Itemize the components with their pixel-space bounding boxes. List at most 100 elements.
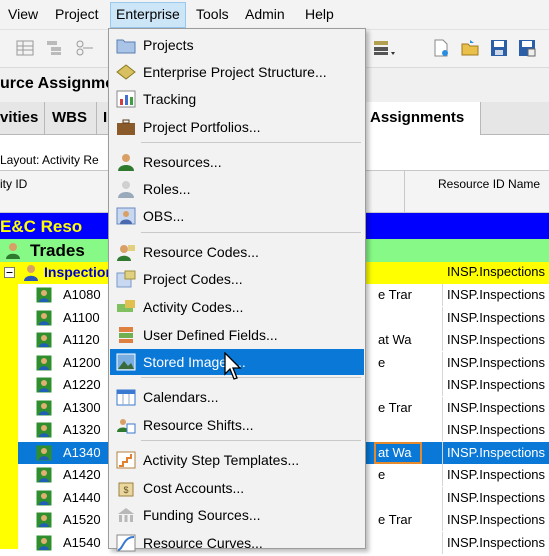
resource-id-cell[interactable]: INSP.Inspections xyxy=(447,377,545,392)
menu-item-project-codes[interactable]: Project Codes... xyxy=(110,266,364,292)
chart-icon xyxy=(116,90,136,108)
activity-name-cell[interactable]: e xyxy=(378,467,385,482)
menu-item-label: Calendars... xyxy=(143,389,219,405)
activity-id-cell[interactable]: A1120 xyxy=(63,332,100,347)
resource-id-cell[interactable]: INSP.Inspections xyxy=(447,535,545,550)
column-header-resource-id-name[interactable]: Resource ID Name xyxy=(438,177,540,191)
resource-id-cell[interactable]: INSP.Inspections xyxy=(447,355,545,370)
assignment-icon xyxy=(36,287,52,303)
menu-item-activity-codes[interactable]: Activity Codes... xyxy=(110,294,364,320)
collapse-icon[interactable] xyxy=(4,267,15,278)
column-divider xyxy=(442,374,443,396)
activity-id-cell[interactable]: A1220 xyxy=(63,377,101,392)
column-header-activity-id[interactable]: ity ID xyxy=(0,177,27,191)
menu-enterprise[interactable]: Enterprise xyxy=(110,2,186,28)
table-icon[interactable] xyxy=(16,39,34,57)
tab-assignments[interactable]: Assignments xyxy=(364,102,481,135)
column-divider xyxy=(442,419,443,441)
menu-item-resource-curves[interactable]: Resource Curves... xyxy=(110,530,364,556)
activity-name-cell[interactable]: e xyxy=(378,355,385,370)
menu-separator xyxy=(141,142,361,143)
tab-activities[interactable]: vities xyxy=(0,102,45,135)
activity-name-cell[interactable]: at Wa xyxy=(378,332,411,347)
assignment-icon xyxy=(36,310,52,325)
activity-id-cell[interactable]: A1320 xyxy=(63,422,101,437)
assignment-icon xyxy=(36,332,52,348)
export-icon[interactable] xyxy=(518,39,536,57)
menu-item-resource-codes[interactable]: Resource Codes... xyxy=(110,239,364,265)
menu-item-label: Funding Sources... xyxy=(143,507,261,523)
menu-item-resources[interactable]: Resources... xyxy=(110,149,364,175)
person-icon xyxy=(6,243,20,259)
resource-id-cell[interactable]: INSP.Inspections xyxy=(447,490,545,505)
column-divider xyxy=(442,306,443,329)
menu-project[interactable]: Project xyxy=(55,6,99,22)
menu-item-projects[interactable]: Projects xyxy=(110,32,364,58)
menu-item-label: Project Portfolios... xyxy=(143,119,261,135)
activity-id-cell[interactable]: A1080 xyxy=(63,287,101,302)
save-icon[interactable] xyxy=(490,39,508,57)
menu-item-tracking[interactable]: Tracking xyxy=(110,86,364,112)
layout-label[interactable]: Layout: Activity Re xyxy=(0,153,99,167)
network-icon[interactable] xyxy=(76,39,94,57)
resource-id-cell[interactable]: INSP.Inspections xyxy=(447,512,545,527)
resource-id-cell[interactable]: INSP.Inspections xyxy=(447,422,545,437)
activity-id-cell[interactable]: A1540 xyxy=(63,535,101,550)
resource-codes-icon xyxy=(117,245,135,261)
menu-item-label: Resources... xyxy=(143,154,222,170)
assignment-icon xyxy=(36,512,52,528)
menu-item-resource-shifts[interactable]: Resource Shifts... xyxy=(110,412,364,438)
menu-separator xyxy=(141,232,361,233)
column-divider xyxy=(442,284,443,306)
resource-id-cell[interactable]: INSP.Inspections xyxy=(447,467,545,482)
menu-item-label: User Defined Fields... xyxy=(143,327,278,343)
column-divider xyxy=(442,531,443,554)
open-folder-icon[interactable] xyxy=(461,39,479,57)
activity-id-cell[interactable]: A1100 xyxy=(63,310,100,325)
resource-id-cell[interactable]: INSP.Inspections xyxy=(447,445,545,460)
activity-id-cell[interactable]: A1200 xyxy=(63,355,101,370)
menu-tools[interactable]: Tools xyxy=(196,6,229,22)
resource-id-cell[interactable]: INSP.Inspections xyxy=(447,400,545,415)
column-divider xyxy=(442,441,443,464)
menu-item-funding-sources[interactable]: Funding Sources... xyxy=(110,502,364,528)
tab-wbs[interactable]: WBS xyxy=(45,102,97,135)
menu-item-calendars[interactable]: Calendars... xyxy=(110,384,364,410)
assignment-icon xyxy=(36,490,52,505)
menu-item-user-defined-fields[interactable]: User Defined Fields... xyxy=(110,322,364,348)
activity-id-cell[interactable]: A1520 xyxy=(63,512,101,527)
outline-icon[interactable] xyxy=(46,39,64,57)
resource-id-cell[interactable]: INSP.Inspections xyxy=(447,287,545,302)
menu-item-project-portfolios[interactable]: Project Portfolios... xyxy=(110,114,364,140)
activity-name-cell[interactable]: at Wa xyxy=(378,445,411,460)
menu-admin[interactable]: Admin xyxy=(245,6,285,22)
menu-item-obs[interactable]: OBS... xyxy=(110,203,364,229)
curves-icon xyxy=(116,534,136,552)
assignment-icon xyxy=(36,535,52,550)
menu-item-enterprise-project-structure[interactable]: Enterprise Project Structure... xyxy=(110,59,364,85)
activity-id-cell[interactable]: A1300 xyxy=(63,400,101,415)
resource-id-cell[interactable]: INSP.Inspections xyxy=(447,310,545,325)
menu-item-label: Cost Accounts... xyxy=(143,480,245,496)
menu-view[interactable]: View xyxy=(8,6,38,22)
activity-name-cell[interactable]: e Trar xyxy=(378,512,412,527)
step-templates-icon xyxy=(116,451,136,469)
activity-id-cell[interactable]: A1440 xyxy=(63,490,101,505)
menu-item-roles[interactable]: Roles... xyxy=(110,176,364,202)
group-band-inspection-resource: INSP.Inspections xyxy=(447,264,546,279)
menu-item-activity-step-templates[interactable]: Activity Step Templates... xyxy=(110,447,364,473)
assignment-icon xyxy=(36,467,52,483)
menu-separator xyxy=(141,440,361,441)
new-document-icon[interactable] xyxy=(432,39,450,57)
resource-id-cell[interactable]: INSP.Inspections xyxy=(447,332,545,347)
activity-name-cell[interactable]: e Trar xyxy=(378,287,412,302)
activity-name-cell[interactable]: e Trar xyxy=(378,400,412,415)
enterprise-menu-dropdown: Projects Enterprise Project Structure... T… xyxy=(108,28,366,552)
activity-id-cell[interactable]: A1340 xyxy=(63,445,101,460)
menu-help[interactable]: Help xyxy=(305,6,334,22)
activity-codes-icon xyxy=(117,300,135,312)
activity-id-cell[interactable]: A1420 xyxy=(63,467,101,482)
menu-item-cost-accounts[interactable]: $ Cost Accounts... xyxy=(110,475,364,501)
layout-options-icon[interactable] xyxy=(372,39,396,57)
column-divider xyxy=(442,464,443,486)
